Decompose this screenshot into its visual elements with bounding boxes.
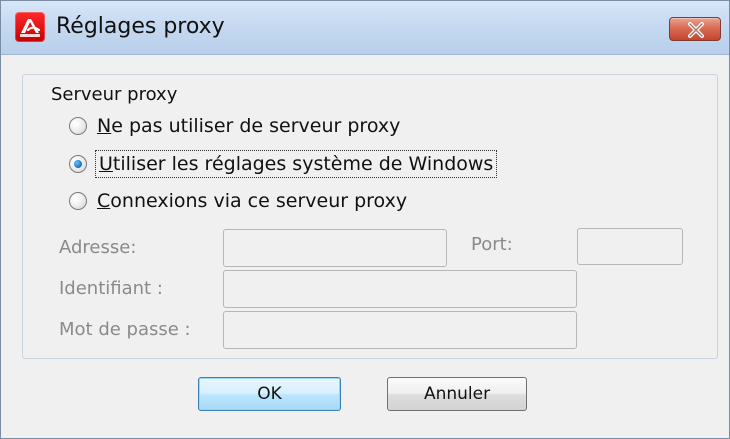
title-bar[interactable]: Réglages proxy [1,1,729,55]
radio-button-no-proxy[interactable] [69,117,87,135]
proxy-settings-dialog: Réglages proxy Serveur proxy Ne pas util… [0,0,730,439]
avira-umbrella-icon [15,12,45,42]
radio-text-no-proxy: e pas utiliser de serveur proxy [111,115,401,137]
mnemonic-c: C [97,190,111,212]
radio-button-windows-settings[interactable] [69,155,87,173]
ok-button[interactable]: OK [198,377,341,411]
radio-label-no-proxy[interactable]: Ne pas utiliser de serveur proxy [97,114,400,138]
cancel-button[interactable]: Annuler [387,377,527,411]
address-input[interactable] [223,229,447,267]
radio-label-manual-proxy[interactable]: Connexions via ce serveur proxy [97,189,407,213]
identifier-label: Identifiant : [59,278,163,299]
identifier-input[interactable] [223,270,577,308]
port-input[interactable] [577,228,683,265]
radio-text-manual-proxy: onnexions via ce serveur proxy [110,190,408,212]
port-label: Port: [471,234,513,255]
radio-label-windows-settings[interactable]: Utiliser les réglages système de Windows [94,150,498,178]
radio-no-proxy[interactable]: Ne pas utiliser de serveur proxy [69,113,400,139]
close-icon [688,22,704,38]
radio-text-windows-settings: tiliser les réglages système de Windows [112,153,494,175]
close-button[interactable] [669,17,721,41]
address-label: Adresse: [59,237,137,258]
radio-button-manual-proxy[interactable] [69,192,87,210]
group-title: Serveur proxy [47,83,182,107]
mnemonic-u: U [99,153,113,175]
dialog-content: Serveur proxy Ne pas utiliser de serveur… [10,56,722,432]
window-title: Réglages proxy [56,14,225,39]
password-input[interactable] [223,311,577,349]
radio-windows-settings[interactable]: Utiliser les réglages système de Windows [69,150,498,178]
proxy-server-group: Serveur proxy Ne pas utiliser de serveur… [22,74,718,359]
mnemonic-n: N [97,115,112,137]
radio-manual-proxy[interactable]: Connexions via ce serveur proxy [69,188,407,214]
password-label: Mot de passe : [59,319,191,340]
